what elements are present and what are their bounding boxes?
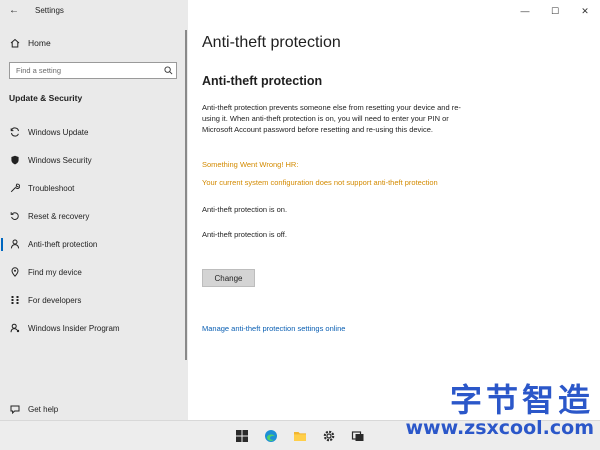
sidebar-item-label: Troubleshoot bbox=[28, 183, 75, 193]
sidebar-item-label: For developers bbox=[28, 295, 82, 305]
edge-browser-icon[interactable] bbox=[261, 428, 280, 444]
status-on-text: Anti-theft protection is on. bbox=[202, 205, 288, 214]
watermark-url: www.zsxcool.com bbox=[405, 417, 595, 439]
manage-settings-online-link[interactable]: Manage anti-theft protection settings on… bbox=[202, 324, 345, 333]
sidebar-item-label: Anti-theft protection bbox=[28, 239, 98, 249]
back-arrow-icon[interactable]: ← bbox=[3, 0, 25, 20]
person-icon bbox=[9, 238, 21, 250]
sync-icon bbox=[9, 126, 21, 138]
minimize-icon[interactable]: — bbox=[510, 0, 540, 22]
sidebar-item-find-my-device[interactable]: Find my device bbox=[0, 258, 185, 286]
task-view-icon[interactable] bbox=[348, 428, 367, 444]
windows-start-icon[interactable] bbox=[232, 428, 251, 444]
window-controls: — ☐ ✕ bbox=[510, 0, 600, 22]
get-help-link[interactable]: Get help bbox=[0, 400, 185, 418]
sidebar-item-windows-insider-program[interactable]: Windows Insider Program bbox=[0, 314, 185, 342]
search-box[interactable] bbox=[9, 62, 177, 79]
home-label: Home bbox=[28, 38, 51, 48]
sidebar-item-for-developers[interactable]: For developers bbox=[0, 286, 185, 314]
sidebar-item-windows-security[interactable]: Windows Security bbox=[0, 146, 185, 174]
help-chat-icon bbox=[9, 403, 21, 415]
home-icon bbox=[9, 37, 21, 49]
insider-icon bbox=[9, 322, 21, 334]
sidebar-item-label: Find my device bbox=[28, 267, 82, 277]
sidebar-item-label: Windows Insider Program bbox=[28, 323, 120, 333]
watermark: 字节智造 www.zsxcool.com bbox=[406, 383, 595, 439]
wrench-icon bbox=[9, 182, 21, 194]
search-icon[interactable] bbox=[160, 66, 176, 75]
section-heading: Update & Security bbox=[9, 93, 83, 103]
sidebar-item-label: Windows Security bbox=[28, 155, 92, 165]
sidebar-item-reset-recovery[interactable]: Reset & recovery bbox=[0, 202, 185, 230]
get-help-label: Get help bbox=[28, 404, 59, 414]
error-title: Something Went Wrong! HR: bbox=[202, 160, 299, 169]
sidebar-scrollbar[interactable] bbox=[185, 30, 187, 360]
page-title: Anti-theft protection bbox=[202, 34, 341, 51]
maximize-icon[interactable]: ☐ bbox=[540, 0, 570, 22]
shield-icon bbox=[9, 154, 21, 166]
sidebar-item-windows-update[interactable]: Windows Update bbox=[0, 118, 185, 146]
sidebar-item-troubleshoot[interactable]: Troubleshoot bbox=[0, 174, 185, 202]
sidebar: ← Settings Home Update & Security Window… bbox=[0, 0, 188, 420]
watermark-chinese-text: 字节智造 bbox=[449, 381, 594, 419]
title-bar: ← Settings bbox=[0, 0, 188, 20]
sidebar-item-anti-theft-protection[interactable]: Anti-theft protection bbox=[0, 230, 185, 258]
error-message: Your current system configuration does n… bbox=[202, 178, 438, 187]
settings-icon[interactable] bbox=[319, 428, 338, 444]
file-explorer-icon[interactable] bbox=[290, 428, 309, 444]
sidebar-item-home[interactable]: Home bbox=[0, 34, 185, 52]
sidebar-nav: Windows Update Windows Security Troubles… bbox=[0, 118, 185, 342]
status-off-text: Anti-theft protection is off. bbox=[202, 230, 287, 239]
description-text: Anti-theft protection prevents someone e… bbox=[202, 103, 461, 134]
reset-icon bbox=[9, 210, 21, 222]
search-input[interactable] bbox=[10, 63, 160, 78]
developer-icon bbox=[9, 294, 21, 306]
app-title: Settings bbox=[35, 5, 64, 15]
change-button[interactable]: Change bbox=[202, 269, 255, 287]
close-icon[interactable]: ✕ bbox=[570, 0, 600, 22]
sidebar-item-label: Windows Update bbox=[28, 127, 89, 137]
sidebar-item-label: Reset & recovery bbox=[28, 211, 90, 221]
device-icon bbox=[9, 266, 21, 278]
section-title: Anti-theft protection bbox=[202, 74, 323, 88]
